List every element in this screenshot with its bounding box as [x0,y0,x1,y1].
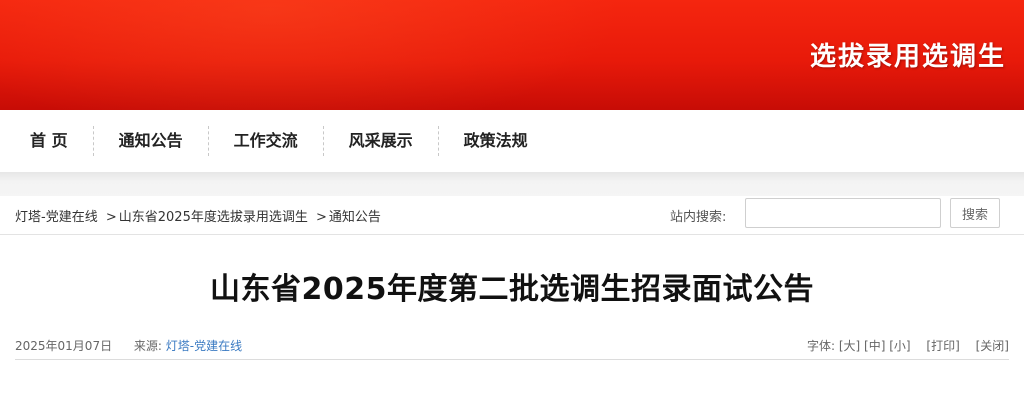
breadcrumb-item-notices[interactable]: 通知公告 [329,210,381,225]
breadcrumb-separator: > [315,210,327,225]
breadcrumb: 灯塔-党建在线 > 山东省2025年度选拔录用选调生 > 通知公告 [15,206,381,225]
source-link[interactable]: 灯塔-党建在线 [166,339,242,353]
article-title: 山东省2025年度第二批选调生招录面试公告 [210,272,814,307]
breadcrumb-item-program[interactable]: 山东省2025年度选拔录用选调生 [119,210,308,225]
breadcrumb-separator: > [105,210,117,225]
source-label: 来源: [133,339,162,353]
breadcrumb-item-home[interactable]: 灯塔-党建在线 [15,210,98,225]
search-button[interactable]: 搜索 [950,198,1000,228]
main-nav: 首 页 通知公告 工作交流 风采展示 政策法规 [0,110,1024,172]
nav-item-showcase[interactable]: 风采展示 [324,126,439,156]
font-small-button[interactable]: [小] [889,339,910,353]
nav-item-work-exchange[interactable]: 工作交流 [209,126,324,156]
nav-item-policies[interactable]: 政策法规 [439,126,553,156]
font-large-button[interactable]: [大] [839,339,860,353]
font-size-label: 字体: [806,339,835,353]
article-tools: 字体: [大] [中] [小] [打印] [关闭] [807,337,1009,354]
header-banner: 选拔录用选调生 [0,0,1024,110]
search-label: 站内搜索: [670,210,727,225]
article-meta: 2025年01月07日 来源: 灯塔-党建在线 字体: [大] [中] [小] … [15,336,1009,360]
close-button[interactable]: [关闭] [976,339,1009,353]
breadcrumb-bar: 灯塔-党建在线 > 山东省2025年度选拔录用选调生 > 通知公告 站内搜索: 搜索 [0,196,1024,235]
banner-title: 选拔录用选调生 [809,42,1006,72]
publish-date: 2025年01月07日 [15,339,113,353]
nav-item-home[interactable]: 首 页 [0,126,94,156]
font-medium-button[interactable]: [中] [864,339,885,353]
nav-divider-band [0,172,1024,196]
search-input[interactable] [745,198,941,228]
nav-item-notices[interactable]: 通知公告 [94,126,209,156]
print-button[interactable]: [打印] [926,339,959,353]
